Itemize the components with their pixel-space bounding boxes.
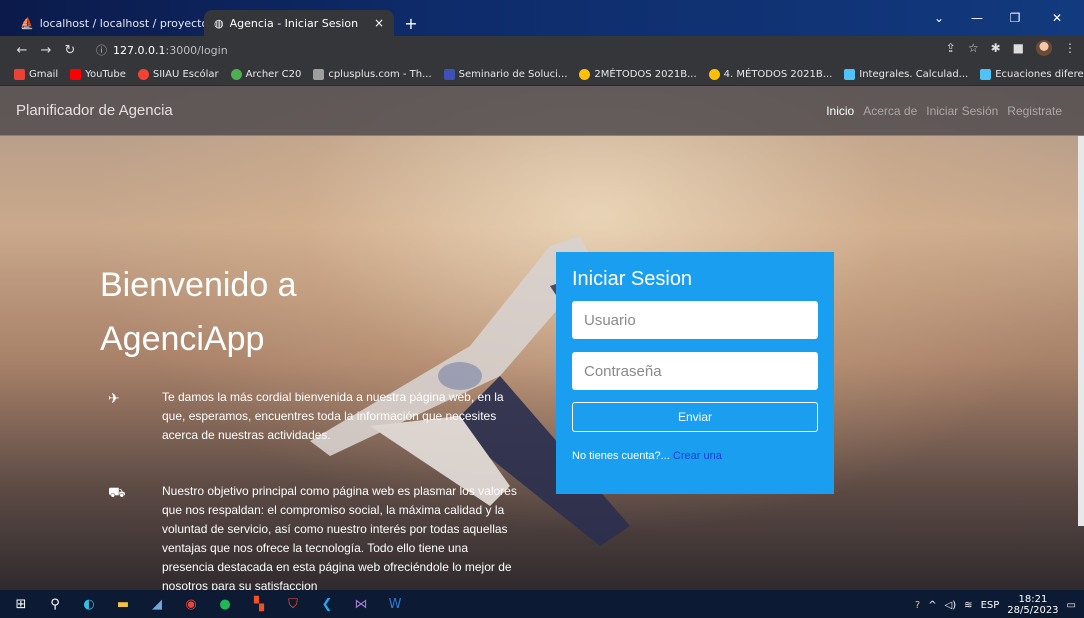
page-content: Planificador de Agencia Inicio Acerca de… [0,86,1084,590]
window-close-icon[interactable]: ✕ [1040,6,1074,30]
minimize-icon[interactable]: — [960,6,994,30]
feature-text: Te damos la más cordial bienvenida a nue… [162,390,504,442]
nav-inicio[interactable]: Inicio [826,104,854,118]
bookmark-metodos-4[interactable]: 4. MÉTODOS 2021B... [708,69,832,80]
login-title: Iniciar Sesion [572,268,693,290]
bookmark-integrales[interactable]: Integrales. Calculad... [844,69,968,80]
spotify-icon[interactable]: ● [212,593,238,615]
site-navbar: Planificador de Agencia Inicio Acerca de… [0,86,1084,136]
help-icon[interactable]: ? [915,600,920,611]
notifications-icon[interactable]: ▭ [1067,600,1076,611]
bookmarks-bar: Gmail YouTube SIIAU Escólar Archer C20 c… [0,64,1084,86]
volume-icon[interactable]: ◁) [945,600,957,611]
clock[interactable]: 18:21 28/5/2023 [1007,594,1058,616]
page-scrollbar[interactable] [1078,136,1084,526]
vscode-icon[interactable]: ❮ [314,593,340,615]
bookmark-ecuaciones[interactable]: Ecuaciones diferenc... [980,69,1084,80]
visual-studio-icon[interactable]: ⋈ [348,593,374,615]
forward-icon[interactable]: → [34,43,58,58]
share-icon[interactable]: ⇪ [946,41,956,55]
nav-iniciar-sesion[interactable]: Iniciar Sesión [926,104,998,118]
bookmark-gmail[interactable]: Gmail [14,69,58,80]
nav-registrate[interactable]: Registrate [1007,104,1062,118]
bookmark-archer[interactable]: Archer C20 [230,69,301,80]
feature-text: Nuestro objetivo principal como página w… [162,484,517,590]
star-icon[interactable]: ☆ [968,41,979,55]
reload-icon[interactable]: ↻ [58,43,82,58]
feature-welcome: ✈ Te damos la más cordial bienvenida a n… [108,388,518,445]
tab-title: localhost / localhost / proyecto / [39,16,216,30]
bookmark-youtube[interactable]: YouTube [70,69,126,80]
chrome-icon[interactable]: ◉ [178,593,204,615]
bus-icon: ⛟ [108,484,126,500]
tab-title: Agencia - Iniciar Sesion [229,16,359,30]
search-icon[interactable]: ⚲ [42,593,68,615]
menu-icon[interactable]: ⋮ [1064,41,1076,55]
bookmark-seminario[interactable]: Seminario de Soluci... [443,69,567,80]
new-tab-button[interactable]: + [400,12,422,34]
submit-button[interactable]: Enviar [572,402,818,432]
airplane-icon: ✈ [108,390,120,406]
url-input[interactable]: ⓘ 127.0.0.1:3000/login [96,40,916,60]
windows-start-icon[interactable]: ⊞ [8,593,34,615]
site-brand[interactable]: Planificador de Agencia [16,102,173,119]
file-explorer-icon[interactable]: ▬ [110,593,136,615]
address-bar: ← → ↻ ⓘ 127.0.0.1:3000/login ⇪ ☆ ✱ ■ ⋮ [0,36,1084,64]
tab-agencia[interactable]: ◍ Agencia - Iniciar Sesion × [204,10,394,36]
back-icon[interactable]: ← [10,43,34,58]
bookmark-metodos-2[interactable]: 2MÉTODOS 2021B... [579,69,697,80]
sidebar-icon[interactable]: ■ [1013,41,1024,55]
phpmyadmin-icon: ⛵ [20,16,34,30]
info-icon: ⓘ [96,44,107,57]
bookmark-siiau[interactable]: SIIAU Escólar [137,69,219,80]
feature-objective: ⛟ Nuestro objetivo principal como página… [108,482,518,590]
hero-title: Bienvenido a AgenciApp [100,266,297,358]
wifi-icon[interactable]: ≋ [964,600,972,611]
edge-icon[interactable]: ◐ [76,593,102,615]
tab-localhost[interactable]: ⛵ localhost / localhost / proyecto / × [10,10,231,36]
browser-titlebar: ⛵ localhost / localhost / proyecto / × ◍… [0,0,1084,36]
chevron-up-icon[interactable]: ^ [928,600,936,611]
signup-row: No tienes cuenta?... Crear una [572,450,722,462]
extensions-icon[interactable]: ✱ [991,41,1001,55]
password-input[interactable] [572,352,818,390]
globe-icon: ◍ [214,16,224,30]
windows-taskbar: ⊞ ⚲ ◐ ▬ ◢ ◉ ● ▚ ⛉ ❮ ⋈ W ? ^ ◁) ≋ ESP 18:… [0,590,1084,618]
nav-acerca-de[interactable]: Acerca de [863,104,917,118]
language-indicator[interactable]: ESP [981,600,1000,611]
login-card: Iniciar Sesion Enviar No tienes cuenta?.… [556,252,834,494]
word-icon[interactable]: W [382,593,408,615]
brave-icon[interactable]: ⛉ [280,593,306,615]
restore-icon[interactable]: ❐ [998,6,1032,30]
close-tab-icon[interactable]: × [374,16,384,30]
tab-search-icon[interactable]: ⌄ [922,6,956,30]
profile-avatar[interactable] [1036,40,1052,56]
app-icon[interactable]: ◢ [144,593,170,615]
bookmark-cplusplus[interactable]: cplusplus.com - Th... [313,69,432,80]
username-input[interactable] [572,301,818,339]
store-icon[interactable]: ▚ [246,593,272,615]
system-tray: ? ^ ◁) ≋ ESP 18:21 28/5/2023 ▭ [915,594,1076,616]
create-account-link[interactable]: Crear una [673,450,722,462]
